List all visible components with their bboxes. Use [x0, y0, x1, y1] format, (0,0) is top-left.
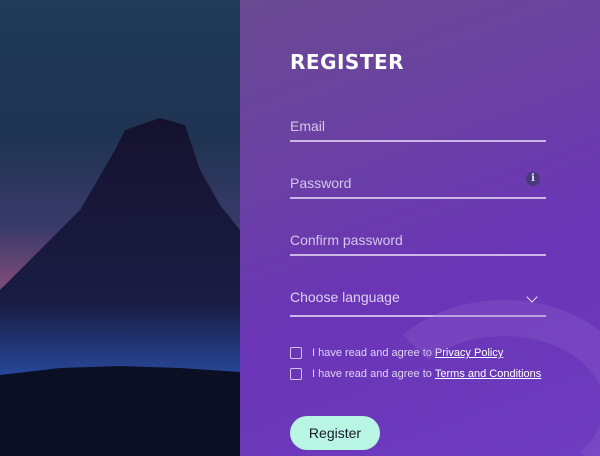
confirm-password-field[interactable] — [290, 226, 546, 254]
chevron-down-icon[interactable] — [526, 291, 538, 303]
privacy-policy-link[interactable]: Privacy Policy — [435, 347, 503, 359]
privacy-agreement-row: I have read and agree to Privacy Policy — [290, 347, 503, 359]
page-title: REGISTER — [290, 50, 405, 74]
terms-agreement-row: I have read and agree to Terms and Condi… — [290, 368, 541, 380]
info-icon[interactable]: i — [526, 172, 540, 186]
language-select-label: Choose language — [290, 289, 400, 305]
email-field[interactable] — [290, 112, 546, 140]
terms-link[interactable]: Terms and Conditions — [435, 368, 541, 380]
privacy-checkbox[interactable] — [290, 347, 302, 359]
language-select[interactable]: Choose language — [290, 283, 546, 317]
email-field-container — [290, 112, 546, 142]
register-panel: REGISTER i Choose language I have read a… — [240, 0, 600, 456]
mountain-illustration — [0, 118, 240, 456]
password-field-container: i — [290, 169, 546, 199]
confirm-password-field-container — [290, 226, 546, 256]
privacy-agreement-text: I have read and agree to — [312, 347, 432, 359]
terms-agreement-text: I have read and agree to — [312, 368, 432, 380]
mountain-image — [0, 0, 240, 456]
register-button[interactable]: Register — [290, 416, 380, 450]
terms-checkbox[interactable] — [290, 368, 302, 380]
password-field[interactable] — [290, 169, 546, 197]
